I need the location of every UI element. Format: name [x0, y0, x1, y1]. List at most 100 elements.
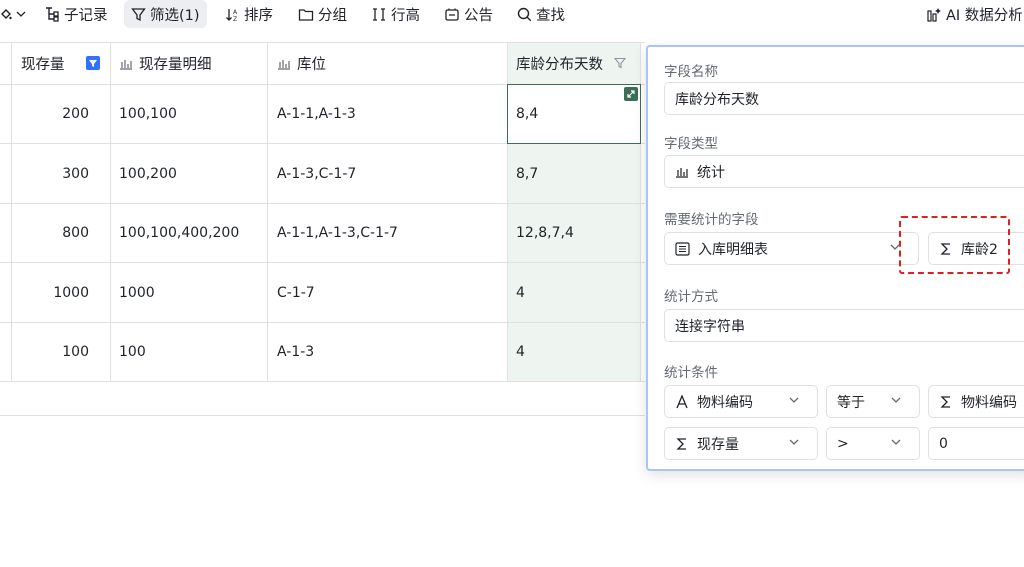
field-name-value: 库龄分布天数 [675, 91, 759, 108]
column-header-location-label: 库位 [297, 57, 326, 73]
cond1-field-select[interactable]: 物料编码 [664, 385, 818, 418]
cell-age[interactable]: 4 [516, 263, 525, 322]
stat-field-label: 需要统计的字段 [664, 212, 759, 228]
expand-cell-icon[interactable] [624, 87, 638, 101]
cell-location[interactable]: A-1-3,C-1-7 [277, 144, 356, 203]
cond2-value-input[interactable]: 0 [928, 427, 1024, 460]
cond1-operator-select[interactable]: 等于 [826, 385, 920, 418]
group-label: 分组 [318, 7, 347, 24]
cell-age[interactable]: 8,7 [516, 144, 538, 203]
cell-detail[interactable]: 100,200 [119, 144, 177, 203]
cell-age[interactable]: 8,4 [516, 85, 538, 143]
field-type-select[interactable]: 统计 [664, 155, 1024, 188]
row-height-label: 行高 [391, 7, 420, 24]
notice-icon [445, 8, 459, 21]
column-header-stock-label: 现存量 [21, 57, 65, 73]
row-height-icon [373, 7, 385, 21]
filter-icon [131, 7, 146, 21]
grid-line [0, 322, 645, 323]
ai-chart-icon [927, 7, 941, 22]
column-header-location[interactable]: 库位 [277, 43, 502, 84]
cell-detail[interactable]: 1000 [119, 263, 155, 322]
cell-location[interactable]: C-1-7 [277, 263, 315, 322]
stat-source-table-select[interactable]: 入库明细表 [664, 232, 919, 265]
cell-stock[interactable]: 1000 [11, 263, 89, 322]
column-header-stock[interactable]: 现存量 [21, 43, 106, 84]
stat-cond-label: 统计条件 [664, 365, 718, 381]
search-button[interactable]: 查找 [517, 0, 565, 28]
table-icon [675, 241, 690, 256]
cell-detail[interactable]: 100 [119, 323, 146, 381]
cond2-operator-value: > [837, 435, 849, 452]
cell-stock[interactable]: 200 [11, 85, 89, 143]
column-header-detail[interactable]: 现存量明细 [119, 43, 264, 84]
cond1-operator-value: 等于 [837, 394, 865, 411]
subrecord-icon [46, 7, 59, 22]
grid-line [0, 415, 645, 416]
field-type-label: 字段类型 [664, 136, 718, 152]
stat-method-label: 统计方式 [664, 289, 718, 305]
search-label: 查找 [536, 7, 565, 24]
cell-stock[interactable]: 300 [11, 144, 89, 203]
notice-label: 公告 [464, 7, 493, 24]
cond1-field-value: 物料编码 [697, 394, 753, 411]
svg-text:A: A [233, 9, 238, 16]
cond1-value: 物料编码 [961, 394, 1017, 411]
ai-analysis-label: AI 数据分析 [946, 7, 1023, 24]
grid-line [0, 262, 645, 263]
paint-bucket-icon [1, 9, 12, 20]
sort-icon: AZ [226, 8, 238, 22]
chevron-down-icon [789, 439, 799, 445]
filter-label: 筛选(1) [150, 7, 200, 24]
chevron-down-icon [891, 439, 901, 445]
cond2-field-value: 现存量 [697, 436, 739, 453]
cell-location[interactable]: A-1-1,A-1-3,C-1-7 [277, 204, 398, 262]
filter-icon [614, 57, 626, 69]
paint-dropdown-button[interactable] [0, 0, 30, 28]
cond2-field-select[interactable]: 现存量 [664, 427, 818, 460]
subrecord-button[interactable]: 子记录 [44, 0, 108, 28]
column-header-age-label: 库龄分布天数 [516, 57, 603, 73]
sort-label: 排序 [244, 7, 273, 24]
subrecord-label: 子记录 [64, 7, 108, 24]
cond2-operator-select[interactable]: > [826, 427, 920, 460]
search-icon [517, 7, 532, 21]
notice-button[interactable]: 公告 [444, 0, 493, 28]
stat-field-icon [676, 167, 688, 178]
grid-line [267, 43, 268, 382]
sigma-icon [676, 437, 686, 450]
stat-field-icon [278, 59, 290, 70]
ai-analysis-button[interactable]: AI 数据分析 [926, 0, 1023, 28]
filter-button[interactable]: 筛选(1) [124, 0, 207, 28]
stat-method-select[interactable]: 连接字符串 [664, 309, 1024, 342]
sort-button[interactable]: AZ 排序 [225, 0, 273, 28]
column-header-detail-label: 现存量明细 [139, 57, 212, 73]
field-name-label: 字段名称 [664, 64, 718, 80]
cell-location[interactable]: A-1-1,A-1-3 [277, 85, 356, 143]
field-type-value: 统计 [697, 164, 725, 181]
cell-detail[interactable]: 100,100 [119, 85, 177, 143]
row-height-button[interactable]: 行高 [371, 0, 420, 28]
toolbar: 子记录 筛选(1) AZ 排序 分组 行高 公告 查找 AI 数据分析 [0, 0, 1024, 30]
cell-location[interactable]: A-1-3 [277, 323, 314, 381]
cell-stock[interactable]: 100 [11, 323, 89, 381]
chevron-down-icon [789, 397, 799, 403]
sigma-icon [940, 395, 950, 408]
column-header-age[interactable]: 库龄分布天数 [516, 43, 636, 84]
stat-method-value: 连接字符串 [675, 318, 745, 335]
cond1-value-select[interactable]: 物料编码 [928, 385, 1024, 418]
grid-line [110, 43, 111, 382]
field-name-input[interactable]: 库龄分布天数 [664, 82, 1024, 115]
text-field-icon [676, 394, 688, 408]
cell-age[interactable]: 4 [516, 323, 525, 381]
stat-source-table-value: 入库明细表 [698, 241, 768, 258]
cell-stock[interactable]: 800 [11, 204, 89, 262]
highlight-annotation-box [899, 216, 1010, 274]
group-button[interactable]: 分组 [298, 0, 347, 28]
chevron-down-icon [16, 11, 26, 17]
cell-age[interactable]: 12,8,7,4 [516, 204, 574, 262]
cond2-value: 0 [939, 435, 948, 452]
filter-badge-icon [86, 56, 100, 70]
stat-field-icon [120, 59, 132, 70]
cell-detail[interactable]: 100,100,400,200 [119, 204, 239, 262]
